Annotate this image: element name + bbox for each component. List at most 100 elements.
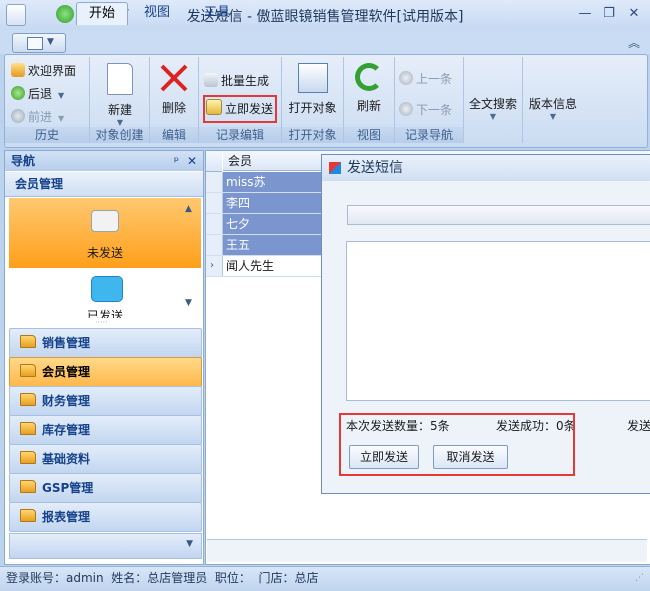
- resize-grip-icon[interactable]: ⋰: [635, 567, 644, 589]
- row-header[interactable]: [206, 214, 223, 234]
- group-label: 视图: [344, 127, 394, 143]
- refresh-button[interactable]: 刷新: [347, 63, 391, 114]
- restore-icon[interactable]: ❐: [598, 5, 620, 23]
- group-record-nav: 上一条 下一条 记录导航: [395, 57, 464, 143]
- chevron-down-icon: ▼: [58, 91, 65, 100]
- row-header[interactable]: [206, 193, 223, 213]
- welcome-label: 欢迎界面: [28, 64, 77, 78]
- highlight-box: [339, 413, 575, 476]
- delete-button[interactable]: 删除: [154, 63, 194, 116]
- row-header[interactable]: ›: [206, 256, 223, 276]
- folder-icon: [20, 335, 36, 348]
- nav-item-inventory[interactable]: 库存管理: [9, 415, 202, 445]
- back-icon: [11, 86, 25, 100]
- folder-icon: [20, 393, 36, 406]
- nav-item-reports[interactable]: 报表管理: [9, 502, 202, 532]
- down-arrow-icon: [399, 102, 413, 116]
- delete-x-icon: [159, 63, 189, 93]
- nav-item-gsp[interactable]: GSP管理: [9, 473, 202, 503]
- chevron-down-icon: ▼: [58, 114, 65, 123]
- tile-unsent[interactable]: 未发送 ▲: [9, 198, 201, 268]
- nav-section-title: 会员管理: [15, 177, 64, 191]
- chevron-down-icon: ▼: [489, 112, 497, 121]
- next-label: 下一条: [416, 103, 453, 117]
- welcome-button[interactable]: 欢迎界面: [11, 61, 76, 81]
- forward-button[interactable]: 前进 ▼: [11, 107, 64, 127]
- delete-label: 删除: [161, 101, 186, 115]
- group-create: 新建 ▼ 对象创建: [90, 57, 150, 143]
- back-button[interactable]: 后退 ▼: [11, 84, 64, 104]
- folder-icon: [20, 451, 36, 464]
- refresh-icon: [355, 63, 383, 91]
- nav-item-label: 库存管理: [42, 423, 91, 437]
- message-bubble-blue-icon: [91, 276, 123, 302]
- nav-item-label: 会员管理: [42, 365, 91, 379]
- refresh-label: 刷新: [356, 99, 381, 113]
- tab-view[interactable]: 视图: [132, 2, 182, 24]
- batch-generate-button[interactable]: 批量生成: [204, 71, 269, 91]
- message-log-area[interactable]: [346, 241, 650, 401]
- highlight-box: [203, 95, 277, 123]
- chevron-down-icon: ▼: [116, 118, 124, 127]
- group-search: 全文搜索 ▼: [464, 57, 523, 143]
- version-info-button[interactable]: 版本信息 ▼: [526, 95, 580, 121]
- scroll-down-icon[interactable]: ▼: [185, 298, 192, 308]
- application-menu-button[interactable]: ▼: [12, 33, 66, 53]
- tab-tools[interactable]: 工具: [192, 2, 242, 24]
- folder-icon: [20, 364, 36, 377]
- tab-home[interactable]: 开始: [76, 2, 129, 25]
- group-edit: 删除 编辑: [150, 57, 199, 143]
- navigation-pane: 导航 ᵖ ✕ 会员管理 未发送 ▲ 已发送 ▼ ····· 销售管理 会员管理 …: [4, 150, 204, 565]
- nav-item-label: 报表管理: [42, 510, 91, 524]
- group-label: 打开对象: [282, 127, 343, 143]
- scroll-up-icon[interactable]: ▲: [185, 204, 192, 214]
- status-bar: 登录账号：admin 姓名：总店管理员 职位： 门店：总店 ⋰: [0, 566, 650, 591]
- new-button[interactable]: 新建 ▼: [94, 63, 146, 127]
- group-label: 记录导航: [395, 127, 463, 143]
- nav-title: 导航: [11, 154, 36, 168]
- forward-label: 前进: [28, 110, 53, 124]
- nav-item-label: 基础资料: [42, 452, 91, 466]
- prev-record-button[interactable]: 上一条: [399, 69, 452, 89]
- message-bubble-gray-icon: [91, 210, 119, 232]
- ribbon-panel: 欢迎界面 后退 ▼ 前进 ▼ 历史 新建 ▼ 对象创建 删除 编辑 批量生成 立…: [4, 54, 648, 148]
- open-object-button[interactable]: 打开对象: [284, 63, 341, 116]
- home-icon: [11, 63, 25, 77]
- nav-item-finance[interactable]: 财务管理: [9, 386, 202, 416]
- close-icon[interactable]: ✕: [187, 151, 197, 171]
- pin-icon[interactable]: ᵖ: [174, 151, 179, 171]
- close-icon[interactable]: ✕: [623, 5, 645, 23]
- group-view: 刷新 视图: [344, 57, 395, 143]
- tile-sent-label: 已发送: [86, 309, 123, 318]
- nav-item-basic-data[interactable]: 基础资料: [9, 444, 202, 474]
- folder-icon: [20, 509, 36, 522]
- row-header[interactable]: [206, 172, 223, 192]
- envelope-icon: [204, 73, 218, 87]
- group-history: 欢迎界面 后退 ▼ 前进 ▼ 历史: [5, 57, 90, 143]
- splitter-grip-icon[interactable]: ·····: [95, 318, 108, 327]
- nav-item-sales[interactable]: 销售管理: [9, 328, 202, 358]
- fulltext-search-button[interactable]: 全文搜索 ▼: [466, 95, 520, 121]
- back-label: 后退: [28, 87, 53, 101]
- dialog-title: 发送短信: [347, 160, 403, 176]
- batch-label: 批量生成: [221, 74, 270, 88]
- next-record-button[interactable]: 下一条: [399, 100, 452, 120]
- nav-item-label: GSP管理: [42, 481, 94, 495]
- collapse-ribbon-icon[interactable]: ︽: [628, 34, 640, 51]
- progress-bar: [347, 205, 650, 225]
- nav-item-label: 财务管理: [42, 394, 91, 408]
- group-label: 对象创建: [90, 127, 149, 143]
- nav-item-members[interactable]: 会员管理: [9, 357, 202, 387]
- group-label: 历史: [5, 127, 89, 143]
- row-header[interactable]: [206, 235, 223, 255]
- tile-sent[interactable]: 已发送 ▼: [9, 268, 201, 318]
- minimize-icon[interactable]: —: [574, 5, 596, 23]
- prev-label: 上一条: [416, 72, 453, 86]
- group-label: 记录编辑: [199, 127, 281, 143]
- folder-icon: [20, 422, 36, 435]
- nav-overflow-bar[interactable]: ▼: [9, 533, 202, 559]
- forward-icon: [11, 109, 25, 123]
- chevron-down-icon: ▼: [186, 539, 193, 549]
- new-document-icon: [107, 63, 133, 95]
- current-row-arrow-icon: ›: [210, 260, 214, 271]
